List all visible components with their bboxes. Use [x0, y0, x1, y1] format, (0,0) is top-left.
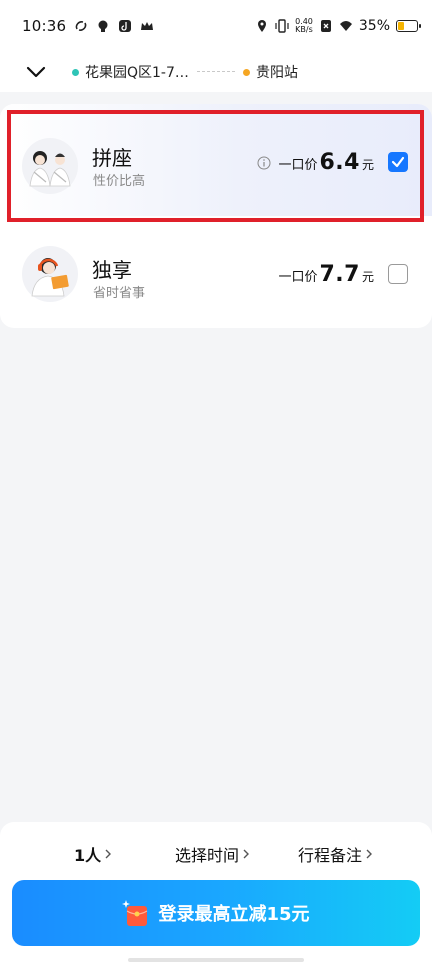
route-bar: 花果园Q区1-7… 贵阳站 [0, 52, 432, 92]
crown-icon [141, 22, 154, 30]
tiktok-icon [119, 20, 132, 32]
option-title: 独享 [92, 258, 132, 282]
price-value: 6.4 [319, 150, 360, 175]
login-discount-button[interactable]: 登录最高立减15元 [12, 880, 420, 946]
price-prefix: 一口价 [278, 270, 318, 285]
option-price: 一口价 7.7 元 [278, 262, 374, 287]
option-price: 一口价 6.4 元 [257, 150, 374, 175]
net-speed: 0.40 KB/s [295, 18, 313, 34]
option-title: 拼座 [92, 146, 132, 170]
option-carpool[interactable]: 拼座 性价比高 一口价 6.4 元 [0, 104, 432, 216]
trip-note-selector[interactable]: 行程备注 [298, 842, 373, 866]
red-packet-icon [122, 900, 148, 926]
destination-label: 贵阳站 [256, 65, 298, 81]
option-subtitle: 性价比高 [93, 174, 146, 189]
home-indicator[interactable] [128, 958, 304, 962]
vibrate-icon [275, 19, 289, 33]
checkbox-checked[interactable] [388, 152, 408, 172]
option-exclusive[interactable]: 独享 省时省事 一口价 7.7 元 [0, 216, 432, 328]
exclusive-avatar-icon [22, 246, 78, 302]
net-speed-unit: KB/s [295, 25, 313, 34]
checkbox-unchecked[interactable] [388, 264, 408, 284]
status-left: 10:36 [22, 17, 154, 35]
battery-fill [398, 22, 405, 30]
status-time: 10:36 [22, 17, 67, 35]
choose-time-selector[interactable]: 选择时间 [175, 842, 250, 866]
chevron-right-icon [366, 849, 373, 859]
status-bar: 10:36 0.40 KB/s 35% [0, 0, 432, 52]
trip-note-label: 行程备注 [298, 846, 363, 865]
battery-icon [396, 20, 421, 32]
battery-percent: 35% [358, 18, 390, 34]
price-prefix: 一口价 [278, 158, 318, 173]
no-sim-icon [320, 20, 331, 32]
price-value: 7.7 [319, 262, 360, 287]
option-subtitle: 省时省事 [93, 286, 146, 301]
carpool-avatar-icon [22, 138, 78, 194]
route-connector [197, 71, 235, 72]
route-destination[interactable]: 贵阳站 [243, 62, 298, 82]
chevron-right-icon [105, 849, 112, 859]
bulb-icon [98, 20, 108, 32]
wifi-icon [339, 21, 352, 31]
login-discount-label: 登录最高立减15元 [158, 904, 310, 925]
destination-dot-icon [243, 68, 250, 76]
origin-dot-icon [72, 68, 79, 76]
bottom-panel: 1人 选择时间 行程备注 登录最高立减15元 [0, 822, 432, 964]
bottom-tabs: 1人 选择时间 行程备注 [0, 842, 432, 866]
status-right: 0.40 KB/s 35% [255, 18, 421, 34]
chevron-right-icon [243, 849, 250, 859]
choose-time-label: 选择时间 [175, 846, 240, 865]
passengers-selector[interactable]: 1人 [74, 842, 112, 866]
passengers-label: 1人 [74, 846, 102, 865]
location-icon [258, 20, 267, 32]
chevron-down-icon[interactable] [24, 60, 48, 84]
origin-label: 花果园Q区1-7… [85, 65, 189, 81]
price-unit: 元 [361, 158, 374, 172]
price-unit: 元 [361, 270, 374, 284]
info-icon[interactable] [257, 156, 271, 170]
route-origin[interactable]: 花果园Q区1-7… [72, 62, 189, 82]
swirl-app-icon [75, 21, 87, 31]
ride-options-card: 拼座 性价比高 一口价 6.4 元 独享 省时省事 一口价 7.7 元 [0, 104, 432, 328]
